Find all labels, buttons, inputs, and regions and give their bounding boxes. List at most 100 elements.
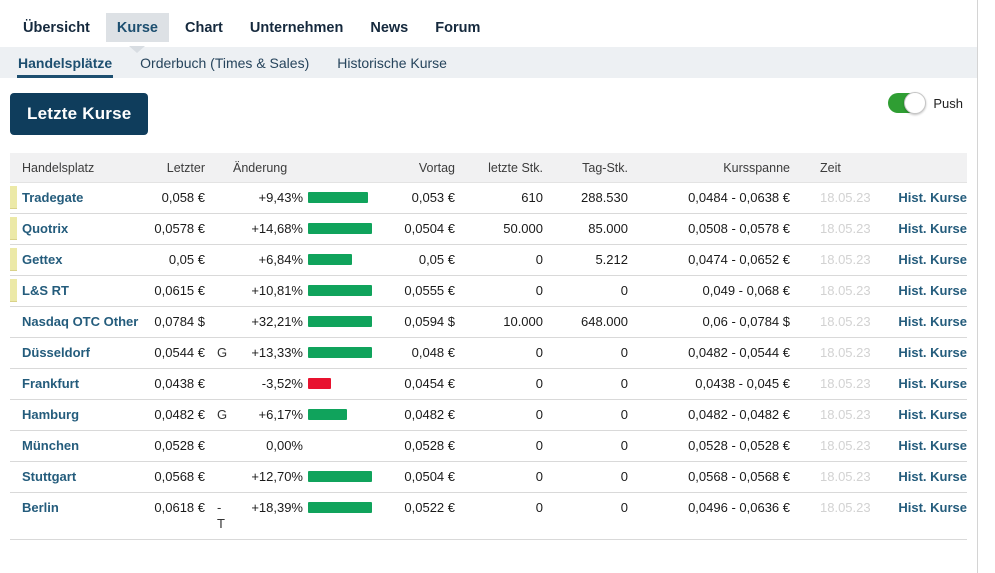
venue-link[interactable]: Düsseldorf [10,338,150,368]
hist-kurse-link[interactable]: Hist. Kurse [888,307,967,337]
day-volume: 648.000 [543,307,628,337]
last-price: 0,0528 € [150,431,205,461]
venue-link[interactable]: München [10,431,150,461]
previous-close: 0,0594 $ [381,307,455,337]
last-volume: 0 [455,276,543,306]
price-suffix [205,462,233,476]
previous-close: 0,05 € [381,245,455,275]
sub-nav: Handelsplätze Orderbuch (Times & Sales) … [0,47,977,78]
hist-kurse-link[interactable]: Hist. Kurse [888,276,967,306]
venue-link[interactable]: L&S RT [10,276,150,306]
quote-date: 18.05.23 [790,214,888,244]
previous-close: 0,0454 € [381,369,455,399]
nav-item-unternehmen[interactable]: Unternehmen [239,13,354,42]
price-range: 0,06 - 0,0784 $ [628,307,790,337]
change-percent: -3,52% [233,369,303,399]
last-volume: 0 [455,493,543,523]
title-row: Letzte Kurse Push [10,93,985,135]
last-price: 0,0568 € [150,462,205,492]
price-range: 0,0438 - 0,045 € [628,369,790,399]
header-vortag: Vortag [381,153,455,182]
table-row: Frankfurt 0,0438 € -3,52% 0,0454 € 0 0 0… [10,369,967,400]
nav-item-chart[interactable]: Chart [174,13,234,42]
change-bar-cell [303,338,381,365]
change-bar [308,254,352,265]
price-range: 0,0482 - 0,0544 € [628,338,790,368]
hist-kurse-link[interactable]: Hist. Kurse [888,431,967,461]
hist-kurse-link[interactable]: Hist. Kurse [888,369,967,399]
venue-marker-icon [10,248,17,271]
last-volume: 0 [455,431,543,461]
change-percent: +6,84% [233,245,303,275]
last-volume: 0 [455,369,543,399]
change-bar-cell [303,307,381,334]
day-volume: 0 [543,338,628,368]
quote-date: 18.05.23 [790,245,888,275]
venue-link[interactable]: Quotrix [10,214,150,244]
quote-date: 18.05.23 [790,338,888,368]
day-volume: 0 [543,400,628,430]
quote-date: 18.05.23 [790,183,888,213]
previous-close: 0,0504 € [381,214,455,244]
venue-link[interactable]: Berlin [10,493,150,523]
venue-link[interactable]: Stuttgart [10,462,150,492]
hist-kurse-link[interactable]: Hist. Kurse [888,338,967,368]
venue-link[interactable]: Tradegate [10,183,150,213]
nav-item-news[interactable]: News [359,13,419,42]
last-volume: 0 [455,245,543,275]
day-volume: 288.530 [543,183,628,213]
header-kursspanne: Kursspanne [628,153,790,182]
change-bar-cell [303,245,381,272]
day-volume: 0 [543,369,628,399]
quote-date: 18.05.23 [790,400,888,430]
header-aenderung: Änderung [205,153,381,182]
push-control: Push [888,93,963,113]
previous-close: 0,048 € [381,338,455,368]
venue-link[interactable]: Gettex [10,245,150,275]
price-suffix [205,245,233,259]
change-percent: +12,70% [233,462,303,492]
hist-kurse-link[interactable]: Hist. Kurse [888,214,967,244]
nav-item-kurse[interactable]: Kurse [106,13,169,42]
change-bar [308,223,372,234]
price-suffix: G [205,338,233,368]
subnav-item-orderbuch[interactable]: Orderbuch (Times & Sales) [139,47,310,78]
venue-link[interactable]: Hamburg [10,400,150,430]
hist-kurse-link[interactable]: Hist. Kurse [888,400,967,430]
day-volume: 0 [543,276,628,306]
day-volume: 5.212 [543,245,628,275]
table-header-row: Handelsplatz Letzter Änderung Vortag let… [10,153,967,183]
push-toggle-knob[interactable] [904,92,926,114]
price-range: 0,0474 - 0,0652 € [628,245,790,275]
price-range: 0,0508 - 0,0578 € [628,214,790,244]
previous-close: 0,0555 € [381,276,455,306]
previous-close: 0,0482 € [381,400,455,430]
last-price: 0,0438 € [150,369,205,399]
subnav-item-historische-kurse[interactable]: Historische Kurse [336,47,448,78]
push-toggle[interactable] [888,93,925,113]
header-tag-stk: Tag-Stk. [543,153,628,182]
day-volume: 0 [543,431,628,461]
venue-link[interactable]: Frankfurt [10,369,150,399]
venue-marker-icon [10,279,17,302]
price-suffix [205,307,233,321]
hist-kurse-link[interactable]: Hist. Kurse [888,183,967,213]
nav-item-uebersicht[interactable]: Übersicht [12,13,101,42]
change-bar-cell [303,431,381,445]
change-bar-cell [303,493,381,520]
hist-kurse-link[interactable]: Hist. Kurse [888,493,967,523]
quote-date: 18.05.23 [790,462,888,492]
last-price: 0,0615 € [150,276,205,306]
nav-item-forum[interactable]: Forum [424,13,491,42]
venue-link[interactable]: Nasdaq OTC Other [10,307,150,337]
hist-kurse-link[interactable]: Hist. Kurse [888,462,967,492]
table-row: Stuttgart 0,0568 € +12,70% 0,0504 € 0 0 … [10,462,967,493]
subnav-item-handelsplaetze[interactable]: Handelsplätze [17,47,113,78]
change-percent: 0,00% [233,431,303,461]
table-row: Hamburg 0,0482 € G +6,17% 0,0482 € 0 0 0… [10,400,967,431]
previous-close: 0,0504 € [381,462,455,492]
table-row: München 0,0528 € 0,00% 0,0528 € 0 0 0,05… [10,431,967,462]
table-row: Quotrix 0,0578 € +14,68% 0,0504 € 50.000… [10,214,967,245]
hist-kurse-link[interactable]: Hist. Kurse [888,245,967,275]
change-bar-cell [303,369,381,396]
